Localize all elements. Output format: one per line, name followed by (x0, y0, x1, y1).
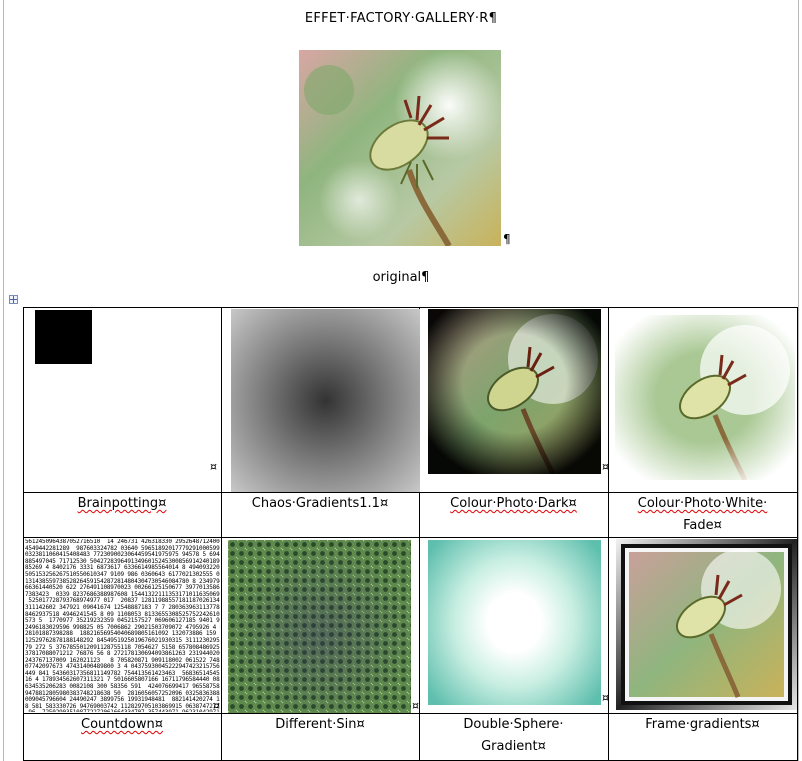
caption-colour-photo-dark: Colour·Photo·Dark¤ (450, 496, 577, 511)
brainpotting-image[interactable] (35, 310, 92, 364)
colour-photo-dark-image[interactable] (428, 309, 601, 474)
page-edge (798, 0, 799, 761)
different-sin-image[interactable] (228, 540, 411, 713)
table-border (797, 307, 798, 761)
caption-colour-photo-white-fade: Colour·Photo·White· Fade¤ (637, 496, 768, 533)
double-sphere-gradient-image[interactable] (428, 540, 601, 705)
cell-end-mark: ¤ (213, 699, 220, 712)
caption-brainpotting: Brainpotting¤ (77, 496, 167, 511)
countdown-image[interactable]: 5612450964387052716510 14 246731 4263183… (25, 539, 220, 712)
document-title: EFFET·FACTORY·GALLERY·R¶ (304, 11, 498, 26)
caption-chaos-gradients: Chaos·Gradients1.1¤ (251, 496, 389, 511)
paragraph-mark: ¶ (503, 232, 511, 246)
caption-countdown: Countdown¤ (81, 717, 163, 732)
table-border (23, 307, 24, 761)
caption-different-sin: Different·Sin¤ (275, 717, 365, 732)
cell-end-mark: ¤ (602, 460, 609, 473)
cell-end-mark: ¤ (602, 691, 609, 704)
page-edge (3, 0, 4, 761)
gallery-table: ¤ ¤ Brainpotting¤ Chaos·Gradients1.1¤ Co… (23, 307, 798, 761)
colour-photo-white-fade-image[interactable] (615, 315, 795, 480)
table-border (221, 307, 222, 761)
chaos-gradients-image[interactable] (231, 309, 420, 492)
table-move-handle-icon[interactable] (9, 295, 18, 304)
table-border (23, 537, 798, 538)
table-border (23, 307, 798, 308)
original-caption: original¶ (372, 270, 430, 285)
caption-double-sphere-gradient: Double·Sphere· Gradient¤ (463, 717, 564, 754)
cell-end-mark: ¤ (210, 460, 217, 473)
cell-end-mark: ¤ (412, 699, 419, 712)
caption-frame-gradients: Frame·gradients¤ (645, 717, 760, 732)
countdown-digit-grid: 5612450964387052716510 14 246731 4263183… (25, 539, 220, 712)
original-dandelion-image[interactable] (299, 50, 501, 246)
frame-gradients-image[interactable] (616, 539, 797, 710)
